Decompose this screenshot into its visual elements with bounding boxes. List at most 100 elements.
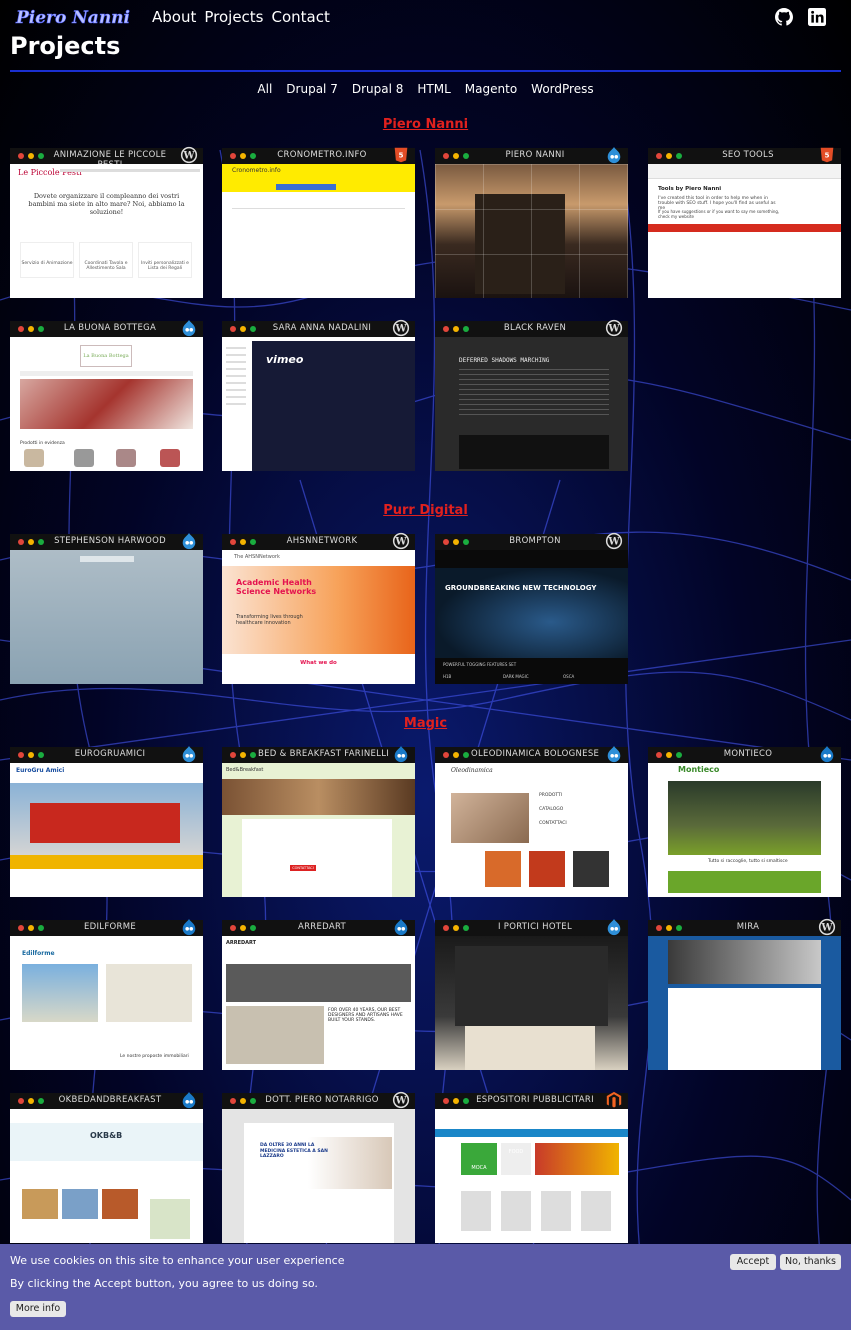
shot-heading: FOR OVER 40 YEARS, OUR BEST DESIGNERS AN… [328, 1008, 403, 1023]
card-title: MIRA [736, 922, 760, 932]
card-screenshot: EuroGru Amici [10, 763, 203, 897]
nav-projects[interactable]: Projects [204, 8, 263, 26]
window-dots [18, 539, 44, 545]
shot-brand: La Buona Bottega [80, 345, 132, 367]
window-dots [230, 1098, 256, 1104]
project-card[interactable]: EUROGRUAMICI EuroGru Amici [10, 745, 203, 897]
shot-feature: DARK MAGIC [503, 674, 529, 679]
card-screenshot: Tools by Piero Nanni I've created this t… [648, 164, 841, 298]
project-card[interactable]: DOTT. PIERO NOTARRIGO W DA OLTRE 30 ANNI… [222, 1091, 415, 1243]
card-screenshot [435, 936, 628, 1070]
project-card[interactable]: MIRA W [648, 918, 841, 1070]
card-titlebar: ESPOSITORI PUBBLICITARI [435, 1091, 628, 1109]
card-screenshot [435, 164, 628, 298]
filter-all[interactable]: All [257, 82, 272, 96]
project-card[interactable]: LA BUONA BOTTEGA La Buona Bottega Prodot… [10, 319, 203, 471]
drupal8-icon [394, 745, 408, 763]
project-card[interactable]: ANIMAZIONE LE PICCOLE PESTI W Le Piccole… [10, 146, 203, 298]
project-card[interactable]: MONTIECO Montieco Tutto si raccoglie, tu… [648, 745, 841, 897]
more-info-button[interactable]: More info [10, 1301, 66, 1317]
wordpress-icon: W [605, 532, 623, 550]
filter-html[interactable]: HTML [417, 82, 450, 96]
project-card[interactable]: ESPOSITORI PUBBLICITARI MOCA FOOD [435, 1091, 628, 1243]
section-title-piero-nanni[interactable]: Piero Nanni [0, 117, 851, 132]
project-card[interactable]: ARREDART ARREDART FOR OVER 40 YEARS, OUR… [222, 918, 415, 1070]
section-title-purr-digital[interactable]: Purr Digital [0, 503, 851, 518]
linkedin-icon[interactable] [808, 8, 826, 26]
project-card[interactable]: I PORTICI HOTEL [435, 918, 628, 1070]
window-dots [656, 925, 682, 931]
filter-magento[interactable]: Magento [465, 82, 517, 96]
window-dots [18, 752, 44, 758]
card-title: ARREDART [297, 922, 347, 932]
card-screenshot: Le Piccole Pesti Dovete organizzare il c… [10, 164, 203, 298]
github-icon[interactable] [775, 8, 793, 26]
card-title: DOTT. PIERO NOTARRIGO [265, 1095, 379, 1105]
card-titlebar: EUROGRUAMICI [10, 745, 203, 763]
window-dots [443, 752, 469, 758]
shot-text: If you have suggestions or if you want t… [658, 209, 780, 219]
project-card[interactable]: OLEODINAMICA BOLOGNESE Oleodinamica PROD… [435, 745, 628, 897]
nav-about[interactable]: About [152, 8, 196, 26]
card-title: AHSNNETWORK [286, 536, 358, 546]
card-titlebar: MIRA W [648, 918, 841, 936]
card-screenshot [648, 936, 841, 1070]
card-title: PIERO NANNI [505, 150, 565, 160]
project-card[interactable]: STEPHENSON HARWOOD [10, 532, 203, 684]
project-card[interactable]: SARA ANNA NADALINI W vimeo [222, 319, 415, 471]
shot-heading: Academic Health Science Networks [236, 578, 317, 596]
filter-wordpress[interactable]: WordPress [531, 82, 593, 96]
svg-text:5: 5 [824, 151, 829, 160]
logo-text: Piero Nanni [15, 8, 130, 28]
filter-drupal8[interactable]: Drupal 8 [352, 82, 404, 96]
project-card[interactable]: CRONOMETRO.INFO 5 Cronometro.info [222, 147, 415, 298]
window-dots [18, 925, 44, 931]
window-dots [656, 752, 682, 758]
card-titlebar: SARA ANNA NADALINI W [222, 319, 415, 337]
shot-brand: MOCA [461, 1143, 497, 1175]
project-card[interactable]: BROMPTON W GROUNDBREAKING NEW TECHNOLOGY… [435, 532, 628, 684]
card-title: EDILFORME [83, 922, 137, 932]
drupal-icon [182, 532, 196, 550]
project-card[interactable]: PIERO NANNI [435, 146, 628, 298]
shot-feature: H1B [443, 674, 452, 679]
cookie-banner: We use cookies on this site to enhance y… [0, 1244, 851, 1330]
shot-heading: GROUNDBREAKING NEW TECHNOLOGY [445, 584, 597, 592]
card-titlebar: ARREDART [222, 918, 415, 936]
wordpress-icon: W [392, 1091, 410, 1109]
project-card[interactable]: BLACK RAVEN W DEFERRED SHADOWS MARCHING [435, 319, 628, 471]
svg-text:W: W [607, 537, 620, 548]
drupal8-icon [182, 918, 196, 936]
shot-sub: Transforming lives through healthcare in… [236, 614, 303, 626]
filter-bar: All Drupal 7 Drupal 8 HTML Magento WordP… [0, 82, 851, 96]
project-card[interactable]: EDILFORME Edilforme Le nostre proposte i… [10, 918, 203, 1070]
card-screenshot: MOCA FOOD [435, 1109, 628, 1243]
window-dots [230, 752, 256, 758]
window-dots [230, 153, 256, 159]
shot-caption: Prodotti in evidenza [20, 441, 65, 446]
project-card[interactable]: OKBEDANDBREAKFAST OKB&B [10, 1091, 203, 1243]
project-card[interactable]: AHSNNETWORK W The AHSNNetwork Academic H… [222, 532, 415, 684]
accept-button[interactable]: Accept [730, 1254, 776, 1270]
svg-text:W: W [394, 537, 407, 548]
card-titlebar: BLACK RAVEN W [435, 319, 628, 337]
card-title: OLEODINAMICA BOLOGNESE [471, 749, 600, 759]
card-titlebar: SEO TOOLS 5 [648, 147, 841, 164]
site-header: Piero Nanni About Projects Contact Proje… [0, 0, 851, 72]
section-title-magic[interactable]: Magic [0, 716, 851, 731]
card-titlebar: I PORTICI HOTEL [435, 918, 628, 936]
shot-box: Coordinati Tavola e Allestimento Sala [79, 242, 133, 278]
nav-contact[interactable]: Contact [272, 8, 330, 26]
project-card[interactable]: BED & BREAKFAST FARINELLI Bed&Breakfast … [222, 745, 415, 897]
card-screenshot: Cronometro.info [222, 164, 415, 298]
site-logo[interactable]: Piero Nanni [14, 4, 130, 30]
filter-drupal7[interactable]: Drupal 7 [286, 82, 338, 96]
shot-box: Inviti personalizzati e Lista dei Regali [138, 242, 192, 278]
shot-brand: ARREDART [226, 940, 257, 946]
decline-button[interactable]: No, thanks [780, 1254, 841, 1270]
project-card[interactable]: SEO TOOLS 5 Tools by Piero Nanni I've cr… [648, 147, 841, 298]
shot-box: Servizio di Animazione [20, 242, 74, 278]
drupal-icon [182, 319, 196, 337]
card-screenshot: DEFERRED SHADOWS MARCHING [435, 337, 628, 471]
shot-feature: OSCA [563, 674, 575, 679]
